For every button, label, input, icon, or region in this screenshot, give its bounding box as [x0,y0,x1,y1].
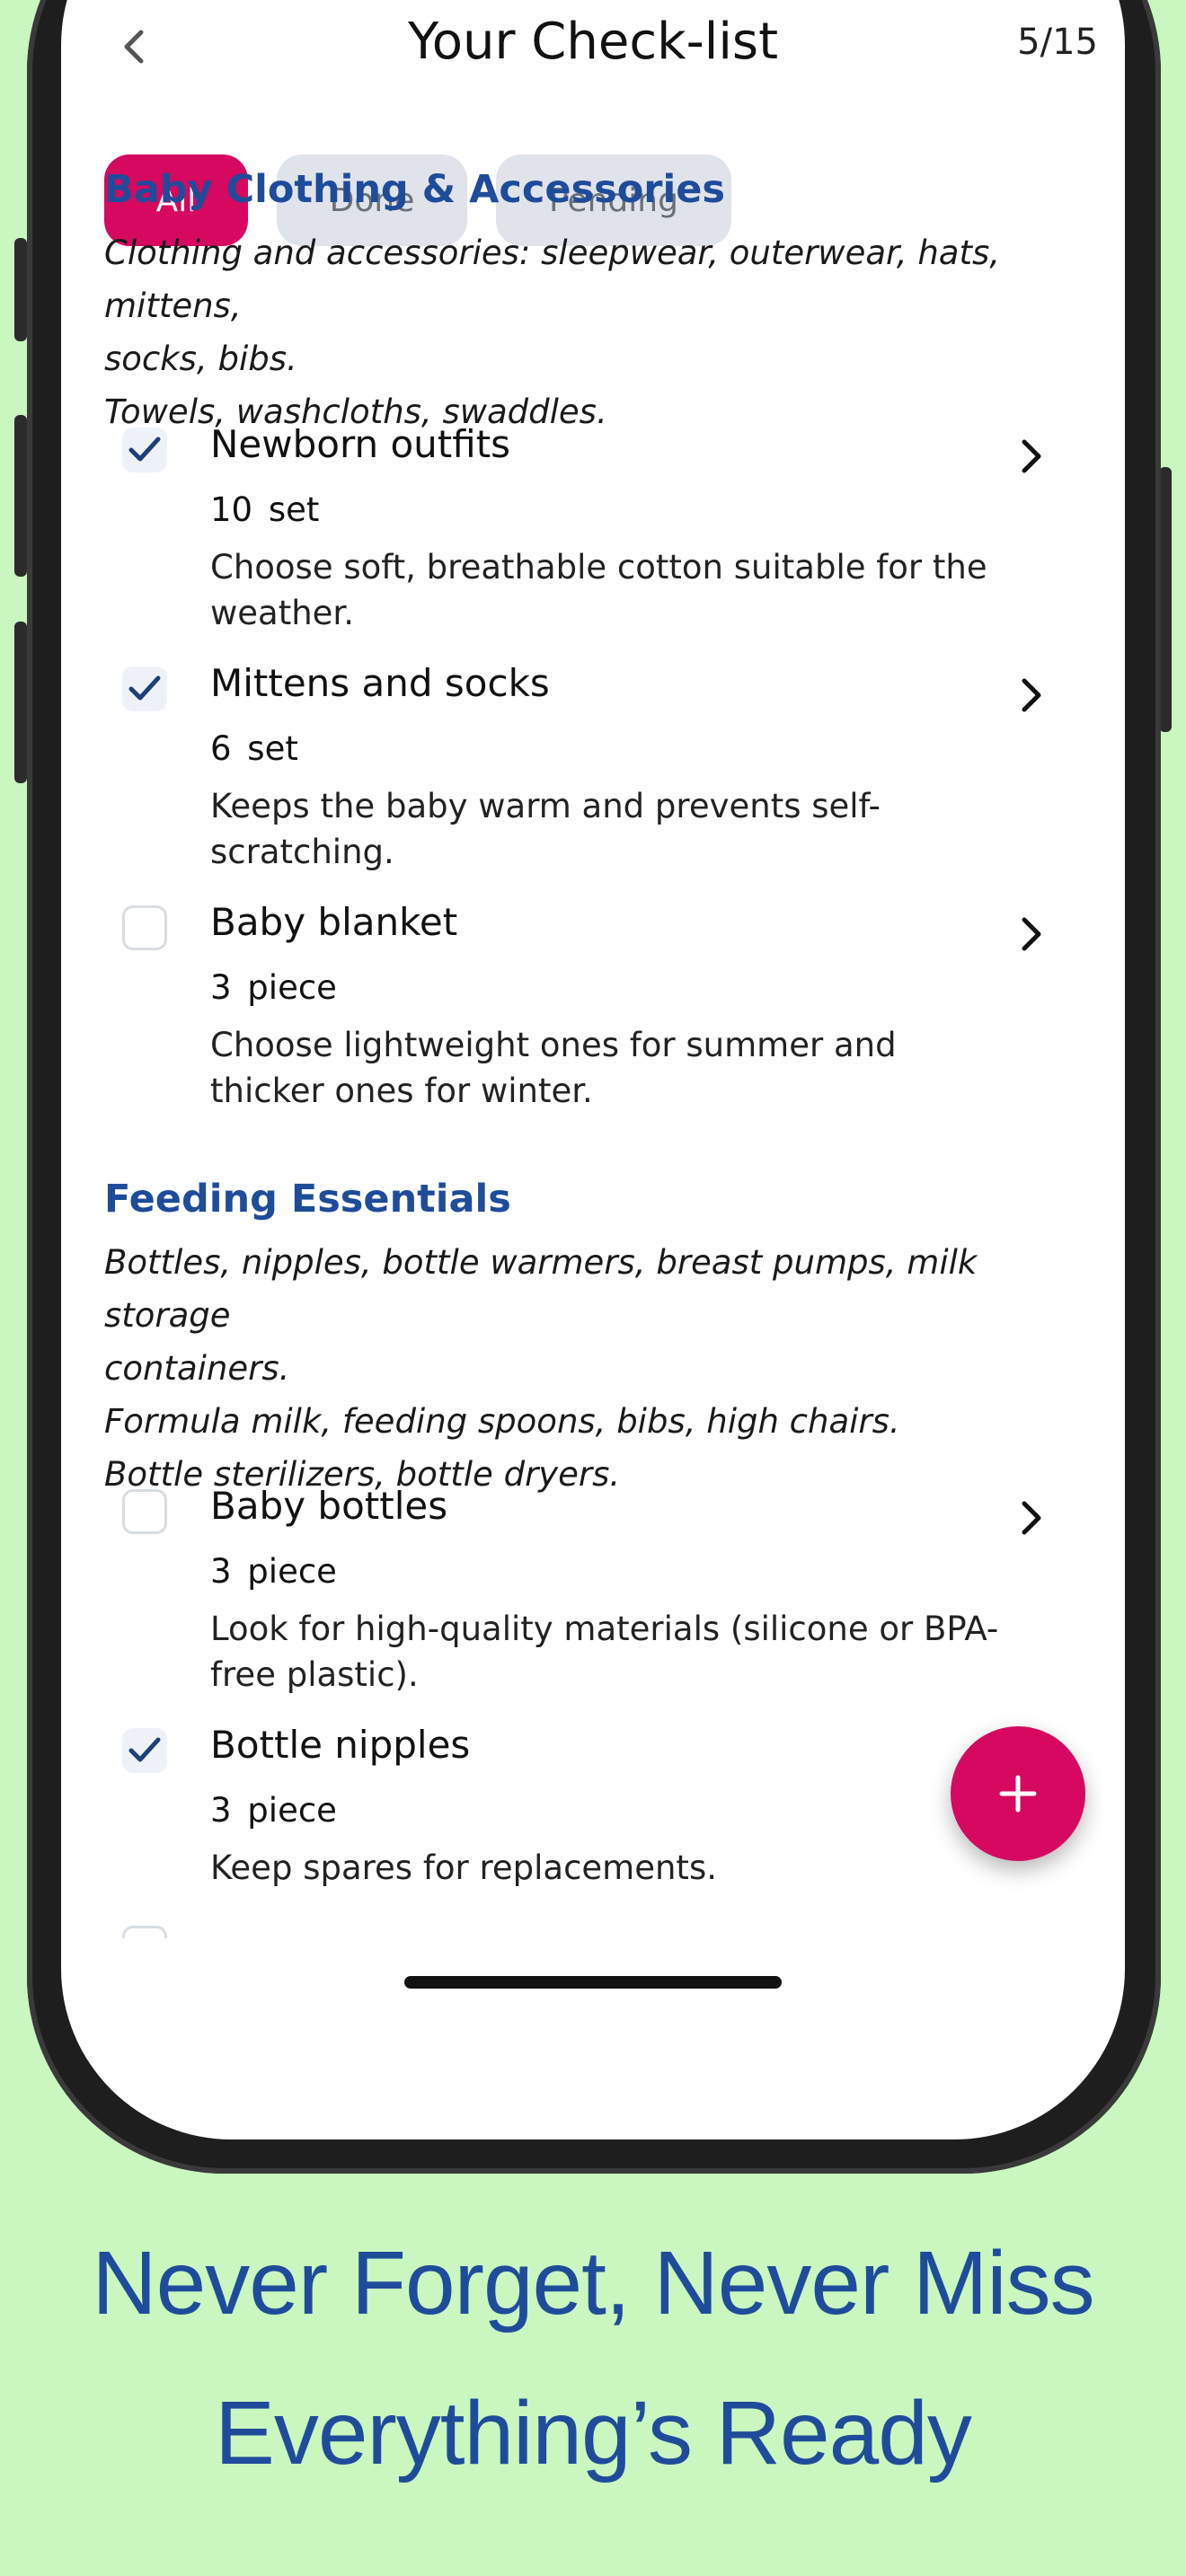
phone-screen: Your Check-list 5/15 All Done Pending Ba… [61,0,1125,2139]
chevron-right-icon[interactable] [1013,1498,1049,1538]
volume-down-button [14,622,27,783]
item-checkbox [122,1926,167,1938]
add-item-button[interactable] [951,1726,1085,1861]
item-checkbox[interactable] [122,1728,167,1773]
item-checkbox[interactable] [122,428,167,472]
item-quantity: 6 set [210,729,298,768]
home-indicator [404,1976,782,1989]
volume-up-button [14,415,27,577]
description-line: containers. [104,1349,290,1388]
description-line: Formula milk, feeding spoons, bibs, high… [104,1402,900,1441]
item-name: Newborn outfits [210,422,511,466]
caption-subheadline: Everything’s Ready [215,2383,972,2483]
plus-icon [999,1775,1037,1813]
item-checkbox[interactable] [122,905,167,950]
item-name: Baby bottles [210,1484,448,1528]
progress-counter: 5/15 [1017,22,1098,63]
description-line: Bottles, nipples, bottle warmers, breast… [104,1243,978,1335]
page-title: Your Check-list [407,13,779,71]
checklist-item-partial [61,1926,1125,1938]
item-name: Bottle nipples [210,1723,471,1767]
description-line: Clothing and accessories: sleepwear, out… [104,234,1001,325]
item-name: Mittens and socks [210,661,550,705]
item-quantity: 10 set [210,490,320,529]
section-title: Feeding Essentials [104,1177,511,1222]
item-note: Choose soft, breathable cotton suitable … [210,548,987,632]
chevron-right-icon[interactable] [1013,437,1049,476]
section-description: Bottles, nipples, bottle warmers, breast… [104,1236,1084,1501]
nav-header: Your Check-list 5/15 [61,0,1125,90]
item-quantity: 3 piece [210,968,337,1007]
item-name: Baby blanket [210,900,458,944]
caption-headline: Never Forget, Never Miss [92,2233,1094,2333]
item-note: Look for high-quality materials (silicon… [210,1610,999,1694]
chevron-right-icon[interactable] [1013,914,1049,954]
checkmark-icon [128,675,161,701]
description-line: socks, bibs. [104,340,297,378]
app-content: Your Check-list 5/15 All Done Pending Ba… [61,0,1125,2139]
checkmark-icon [128,1737,161,1762]
chevron-right-icon[interactable] [1013,675,1049,715]
section-description: Clothing and accessories: sleepwear, out… [104,226,1084,438]
item-quantity: 3 piece [210,1791,337,1830]
item-note: Keeps the baby warm and prevents self-sc… [210,787,881,871]
silent-switch [14,238,27,341]
power-button [1159,467,1172,732]
item-checkbox[interactable] [122,666,167,711]
item-note: Choose lightweight ones for summer and t… [210,1026,897,1110]
item-checkbox[interactable] [122,1489,167,1534]
item-note: Keep spares for replacements. [210,1848,717,1887]
section-title: Baby Clothing & Accessories [104,167,726,212]
checkmark-icon [128,437,161,462]
item-quantity: 3 piece [210,1552,337,1591]
